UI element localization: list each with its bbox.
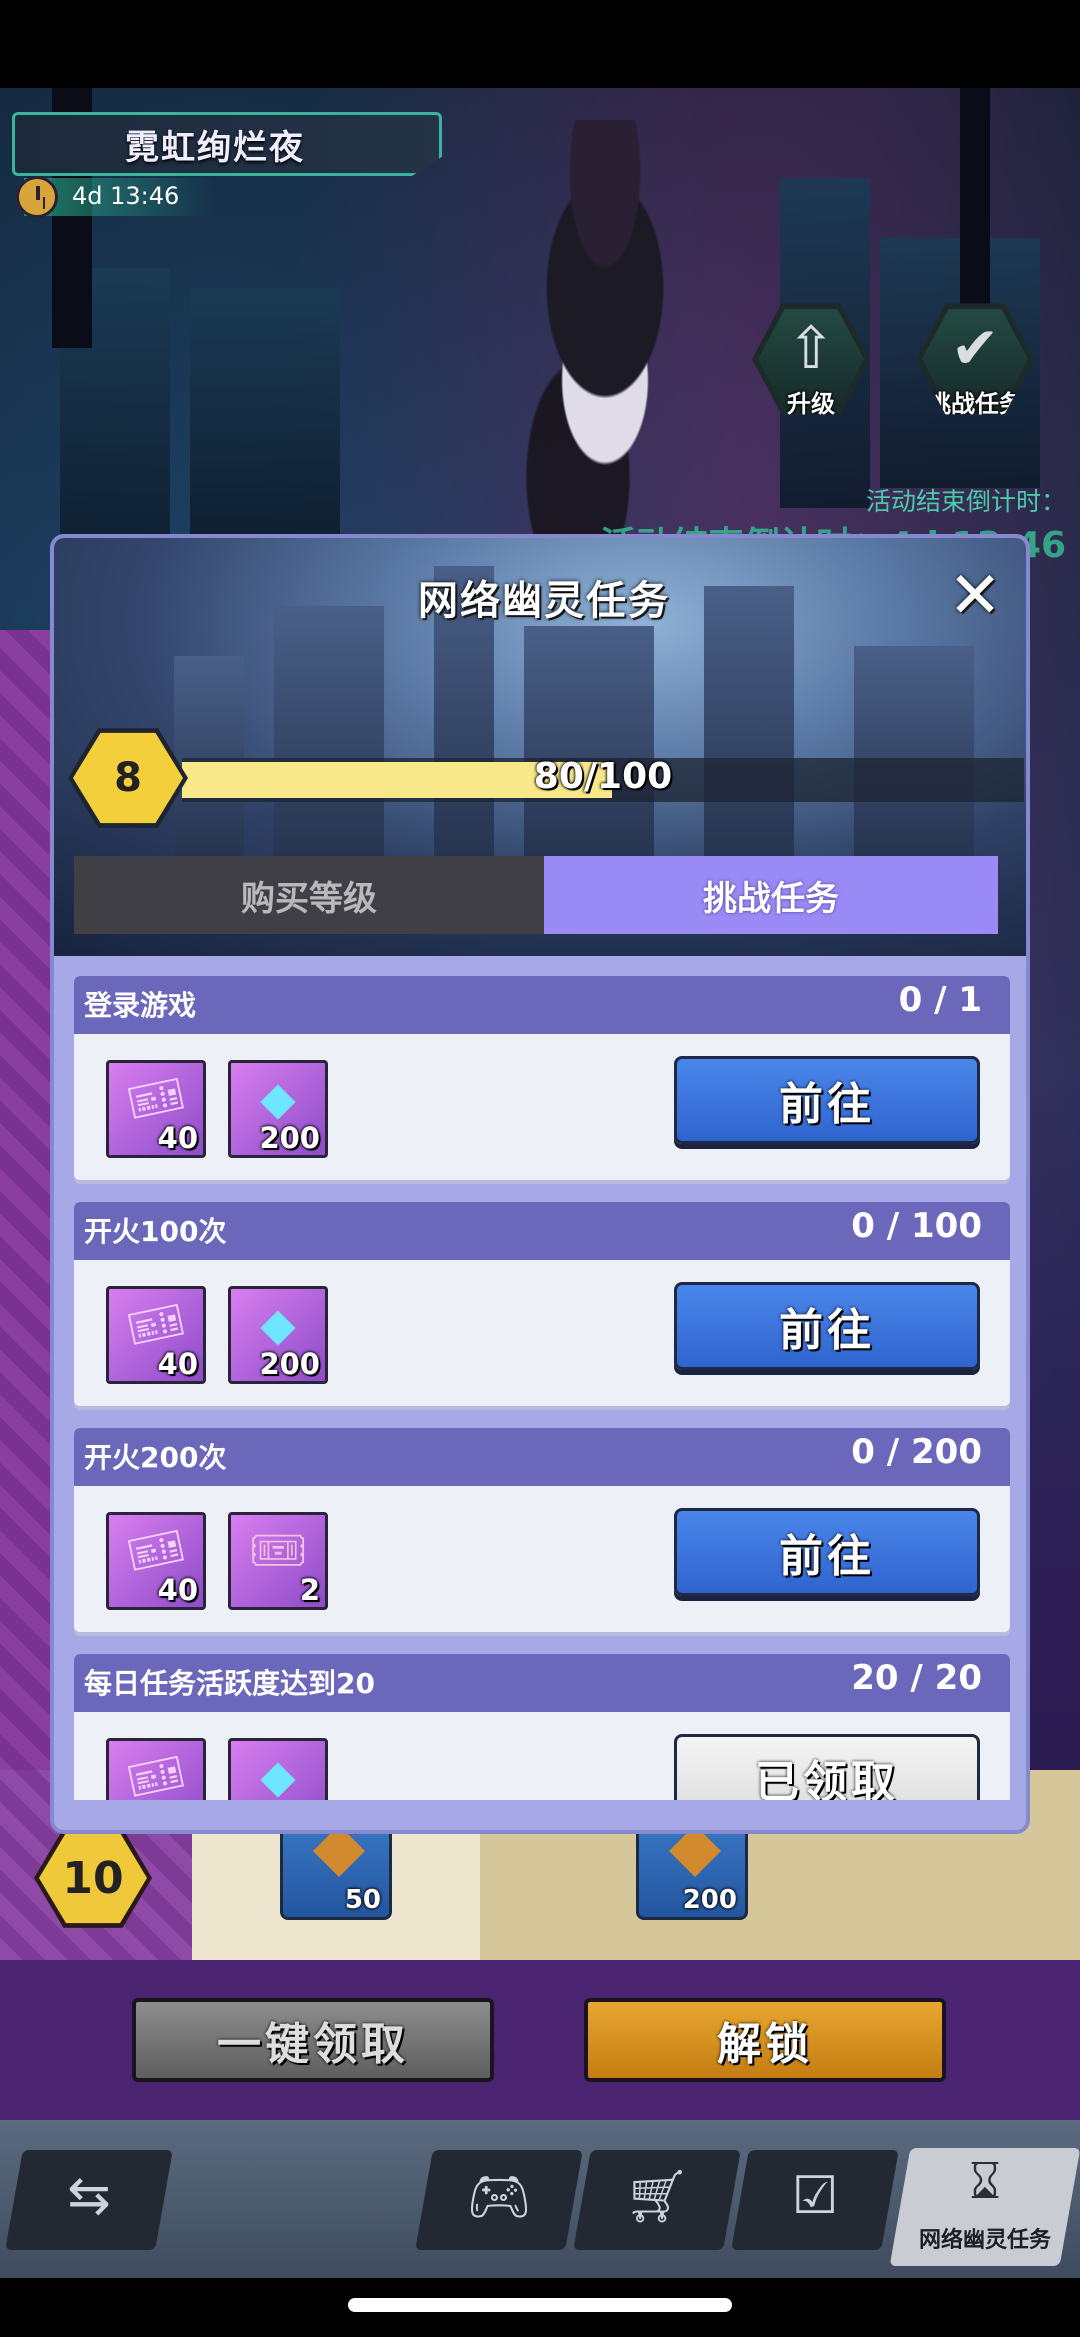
level-progress-text: 80/100 (533, 756, 673, 797)
task-name: 开火200次 (84, 1441, 227, 1474)
reward-quantity: 200 (259, 1799, 320, 1800)
task-header: 开火100次 0 / 100 (74, 1202, 1010, 1260)
reward-item[interactable]: 🎫︎ 40 (106, 1512, 206, 1610)
city-building (524, 626, 654, 856)
reward-quantity: 40 (157, 1347, 198, 1381)
go-button[interactable]: 前往 (674, 1282, 980, 1370)
task-card: 登录游戏 0 / 1 🎫︎ 40 ◆ 200 前往 (74, 976, 1010, 1180)
event-timer: 4d 13:46 (72, 182, 180, 210)
tab-buy-level[interactable]: 购买等级 (74, 856, 544, 934)
city-building (274, 606, 384, 856)
task-progress: 0 / 1 (898, 980, 982, 1020)
modal-title: 网络幽灵任务 (418, 578, 670, 624)
level-track-column (0, 630, 52, 1960)
city-building (190, 288, 340, 548)
task-card: 开火100次 0 / 100 🎫︎ 40 ◆ 200 前往 (74, 1202, 1010, 1406)
character-illustration (470, 120, 740, 540)
level-progress-bar: 80/100 (182, 756, 1024, 802)
reward-item[interactable]: 🎫︎ 40 (106, 1738, 206, 1800)
event-title: 霓虹绚烂夜 (125, 128, 305, 168)
reward-quantity: 200 (682, 1885, 737, 1915)
cart-icon: 🛒︎ (623, 2167, 690, 2227)
reward-item[interactable]: ◆ 200 (228, 1286, 328, 1384)
task-card: 每日任务活跃度达到20 20 / 20 🎫︎ 40 ◆ 200 已领取 (74, 1654, 1010, 1800)
reward-item[interactable]: ◆ 200 (228, 1738, 328, 1800)
task-progress: 0 / 200 (851, 1432, 982, 1472)
task-modal: 网络幽灵任务 ✕ 80/100 8 购买等级 挑战任务 登录游戏 0 / 1 🎫… (50, 534, 1030, 1834)
task-card: 开火200次 0 / 200 🎫︎ 40 🎟︎ 2 前往 (74, 1428, 1010, 1632)
gem-icon: ◆ (260, 1297, 296, 1351)
back-arrow-icon: ⇆ (67, 2166, 111, 2226)
task-header: 开火200次 0 / 200 (74, 1428, 1010, 1486)
task-progress: 20 / 20 (851, 1658, 982, 1698)
modal-header: 网络幽灵任务 ✕ 80/100 8 购买等级 挑战任务 (54, 538, 1026, 956)
reward-quantity: 40 (157, 1573, 198, 1607)
coupon-icon: 🎟︎ (248, 1523, 308, 1577)
nav-active-label: 网络幽灵任务 (918, 2228, 1051, 2253)
reward-quantity: 50 (344, 1885, 381, 1915)
gamepad-icon: 🎮︎ (465, 2167, 532, 2227)
tab-challenge-tasks[interactable]: 挑战任务 (544, 856, 998, 934)
gem-icon: ◆ (260, 1749, 296, 1800)
task-list[interactable]: 登录游戏 0 / 1 🎫︎ 40 ◆ 200 前往 开火100次 0 / 100… (74, 976, 1010, 1800)
clock-icon (16, 176, 58, 218)
task-header: 每日任务活跃度达到20 20 / 20 (74, 1654, 1010, 1712)
gem-icon: ◆ (260, 1071, 296, 1125)
task-header: 登录游戏 0 / 1 (74, 976, 1010, 1034)
task-name: 开火100次 (84, 1215, 227, 1248)
level-number: 8 (73, 732, 183, 824)
reward-item[interactable]: 🎟︎ 2 (228, 1512, 328, 1610)
claimed-button[interactable]: 已领取 (674, 1734, 980, 1800)
reward-quantity: 40 (157, 1121, 198, 1155)
reward-item[interactable]: 🎫︎ 40 (106, 1060, 206, 1158)
event-countdown-label: 活动结束倒计时： (865, 487, 1066, 516)
city-building (854, 646, 974, 856)
hourglass-icon: ⌛︎ (969, 2152, 1001, 2210)
reward-item[interactable]: 🎫︎ 40 (106, 1286, 206, 1384)
home-indicator[interactable] (348, 2298, 732, 2312)
ticket-icon: 🎫︎ (121, 1743, 191, 1800)
clipboard-check-icon: ☑ (791, 2166, 839, 2226)
task-name: 登录游戏 (84, 989, 197, 1022)
city-building (704, 586, 794, 856)
window-frame (960, 88, 990, 308)
unlock-button[interactable]: 解锁 (584, 1998, 946, 2082)
close-icon: ✕ (948, 559, 1002, 633)
level-badge: 8 (68, 728, 188, 828)
go-button[interactable]: 前往 (674, 1508, 980, 1596)
reward-quantity: 200 (259, 1347, 320, 1381)
close-button[interactable]: ✕ (944, 564, 1006, 628)
reward-quantity: 2 (299, 1573, 320, 1607)
reward-item[interactable]: ◆ 200 (228, 1060, 328, 1158)
claim-all-button[interactable]: 一键领取 (132, 1998, 494, 2082)
task-name: 每日任务活跃度达到20 (84, 1667, 375, 1700)
task-progress: 0 / 100 (851, 1206, 982, 1246)
reward-quantity: 200 (259, 1121, 320, 1155)
go-button[interactable]: 前往 (674, 1056, 980, 1144)
reward-quantity: 40 (158, 1799, 198, 1800)
